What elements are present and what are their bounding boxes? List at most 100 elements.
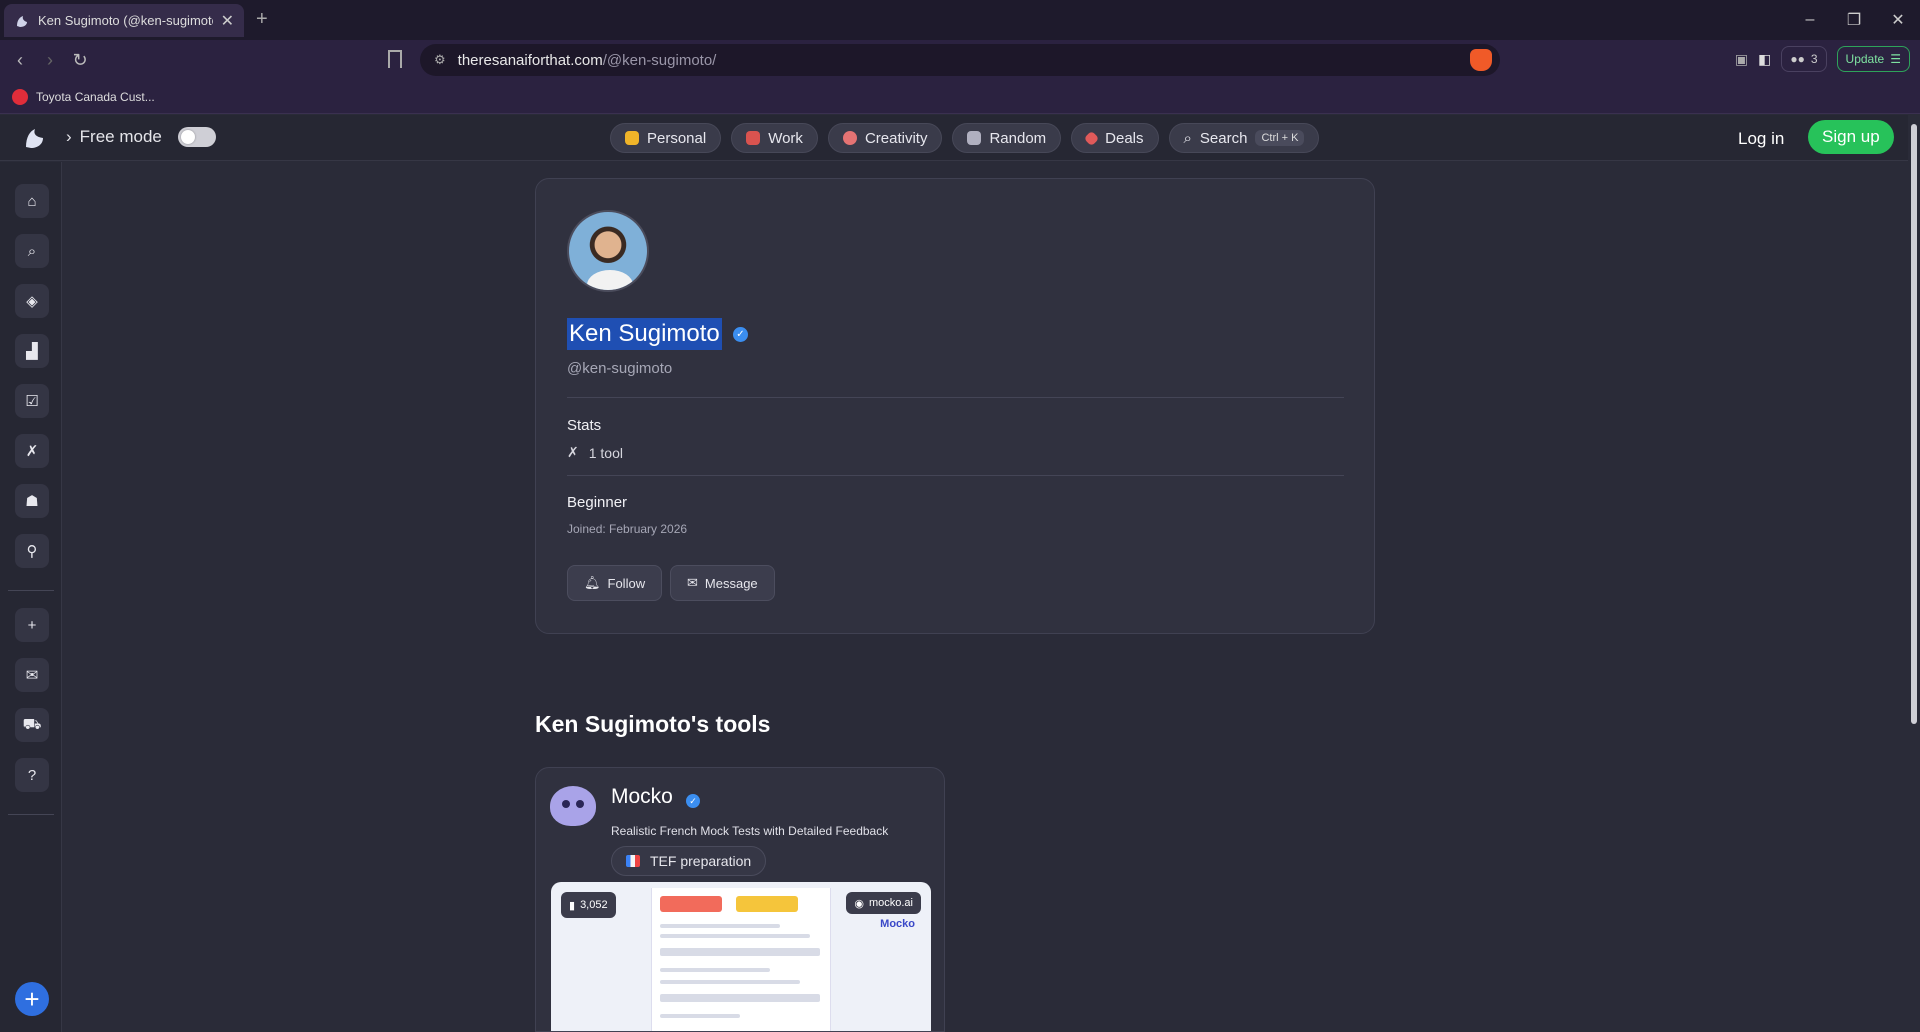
views-badge: ▮ 3,052 (561, 892, 616, 918)
tools-section-title: Ken Sugimoto's tools (535, 711, 771, 737)
tag-icon (1083, 130, 1100, 146)
menu-icon: ☰ (1890, 52, 1901, 66)
window-controls: – ❐ ✕ (1788, 0, 1920, 40)
screenshot-icon[interactable]: ▣ (1735, 51, 1748, 68)
tab-title: Ken Sugimoto (@ken-sugimoto) (38, 13, 213, 28)
browser-tab[interactable]: Ken Sugimoto (@ken-sugimoto) ✕ (4, 4, 244, 37)
minimize-icon[interactable]: – (1788, 0, 1832, 40)
user-level: Beginner (567, 494, 628, 511)
vpn-pill[interactable]: ●● 3 (1781, 46, 1827, 72)
category-personal[interactable]: Personal (610, 123, 722, 153)
screenshot-line (660, 934, 810, 938)
screenshot-line (660, 924, 780, 928)
screenshot-line (660, 948, 820, 956)
mocko-mini-icon: ◉ (854, 897, 864, 910)
category-deals[interactable]: Deals (1071, 123, 1159, 153)
new-tab-icon[interactable]: + (256, 8, 268, 31)
signup-button[interactable]: Sign up (1808, 120, 1894, 154)
sidebar-divider (8, 590, 54, 591)
dice-icon (967, 131, 982, 145)
divider (567, 475, 1344, 476)
joined-date: Joined: February 2026 (567, 522, 688, 536)
checkbox-icon[interactable]: ☑ (15, 384, 49, 418)
submit-tool-fab[interactable]: + (15, 982, 49, 1016)
avatar (567, 210, 649, 292)
browser-navbar: ‹ › ↻ ⚙ theresanaiforthat.com/@ken-sugim… (0, 40, 1920, 80)
free-mode-switch[interactable] (177, 127, 216, 147)
brand-badge: ◉ mocko.ai (846, 892, 921, 914)
brand-mini-label: Mocko (880, 918, 915, 930)
scrollbar-thumb[interactable] (1911, 124, 1917, 724)
verified-badge-icon: ✓ (733, 327, 748, 342)
site-header: › Free mode Personal Work Creativity Ran… (0, 115, 1908, 161)
leaderboard-icon[interactable]: ▟ (15, 334, 49, 368)
help-icon[interactable]: ? (15, 758, 49, 792)
restore-icon[interactable]: ❐ (1832, 0, 1876, 40)
palette-icon (842, 131, 857, 145)
search-shortcut: Ctrl + K (1255, 130, 1305, 146)
profile-handle: @ken-sugimoto (567, 360, 673, 377)
bookmark-icon[interactable] (388, 50, 402, 68)
search-icon[interactable]: ⌕ (15, 234, 49, 268)
browser-right-controls: ▣ ◧ ●● 3 Update ☰ (1735, 46, 1910, 72)
url-path: /@ken-sugimoto/ (602, 51, 717, 69)
screenshot-line (660, 1014, 740, 1018)
tool-card[interactable]: Mocko ✓ Realistic French Mock Tests with… (535, 767, 945, 1032)
screenshot-bar (736, 896, 798, 912)
site-settings-icon[interactable]: ⚙ (434, 52, 446, 68)
bookmark-item[interactable]: Toyota Canada Cust... (36, 90, 155, 104)
address-bar[interactable]: ⚙ theresanaiforthat.com/@ken-sugimoto/ (420, 44, 1500, 76)
screenshot-line (660, 968, 770, 972)
login-link[interactable]: Log in (1738, 129, 1784, 149)
location-pin-icon[interactable]: ⚲ (15, 534, 49, 568)
toyota-favicon-icon (12, 88, 28, 105)
add-icon[interactable]: + (15, 608, 49, 642)
message-button[interactable]: ✉ Message (670, 565, 775, 601)
category-random[interactable]: Random (952, 123, 1062, 153)
site-logo-icon[interactable] (22, 125, 48, 151)
sidebar-divider (8, 814, 54, 815)
forward-icon[interactable]: › (38, 48, 62, 72)
divider (567, 397, 1344, 398)
bar-chart-icon: ▮ (569, 899, 576, 912)
tool-screenshot[interactable]: ▮ 3,052 ◉ mocko.ai Mocko (551, 882, 931, 1031)
robot-icon[interactable]: ☗ (15, 484, 49, 518)
update-button[interactable]: Update ☰ (1836, 46, 1910, 72)
free-mode-label: Free mode (79, 127, 162, 146)
page-scrollbar[interactable] (1910, 116, 1918, 1032)
search-button[interactable]: ⌕ Search Ctrl + K (1168, 123, 1320, 153)
screenshot-line (660, 980, 800, 984)
cart-icon[interactable]: ⛟ (15, 708, 49, 742)
briefcase-icon (746, 131, 761, 145)
tools-count: ✗ 1 tool (567, 444, 623, 461)
close-tab-icon[interactable]: ✕ (221, 11, 234, 31)
bookmarks-bar: Toyota Canada Cust... (0, 80, 1920, 114)
brave-shield-icon[interactable] (1470, 49, 1492, 71)
close-window-icon[interactable]: ✕ (1876, 0, 1920, 40)
mail-icon: ✉ (687, 575, 698, 590)
site-favicon-icon (17, 15, 27, 27)
tool-description: Realistic French Mock Tests with Detaile… (611, 824, 889, 838)
profile-card: Ken Sugimoto ✓ @ken-sugimoto Stats ✗ 1 t… (535, 178, 1375, 634)
tag-icon[interactable]: ◈ (15, 284, 49, 318)
tool-name[interactable]: Mocko (611, 785, 673, 809)
follow-button[interactable]: 🔔︎ Follow (567, 565, 663, 601)
category-work[interactable]: Work (731, 123, 818, 153)
reload-icon[interactable]: ↻ (68, 48, 92, 72)
stats-heading: Stats (567, 417, 602, 434)
profile-name: Ken Sugimoto (567, 318, 722, 350)
sidebar-toggle-icon[interactable]: ◧ (1758, 51, 1771, 68)
back-icon[interactable]: ‹ (8, 48, 32, 72)
screenshot-bar (660, 896, 722, 912)
url-host: theresanaiforthat.com (457, 51, 603, 69)
category-nav: Personal Work Creativity Random Deals ⌕ S… (610, 123, 1320, 153)
screenshot-content (651, 888, 831, 1031)
mail-icon[interactable]: ✉ (15, 658, 49, 692)
category-creativity[interactable]: Creativity (827, 123, 943, 153)
home-icon[interactable]: ⌂ (15, 184, 49, 218)
verified-badge-icon: ✓ (686, 794, 700, 808)
tool-tag[interactable]: TEF preparation (611, 846, 767, 876)
free-mode-toggle[interactable]: › Free mode (66, 127, 216, 147)
screenshot-line (660, 994, 820, 1002)
tools-icon[interactable]: ✗ (15, 434, 49, 468)
